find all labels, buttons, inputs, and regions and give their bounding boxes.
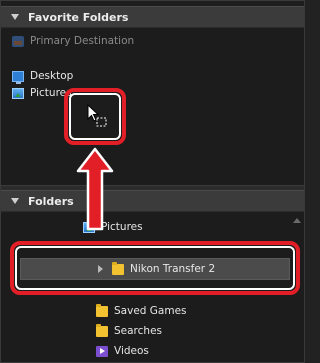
favorite-item-desktop[interactable]: Desktop xyxy=(12,68,73,84)
collapse-caret-icon xyxy=(11,14,19,20)
scroll-up-icon[interactable] xyxy=(293,215,301,223)
tree-item-label: Saved Games xyxy=(114,305,187,317)
folders-header[interactable]: Folders xyxy=(1,190,304,212)
collapse-caret-icon xyxy=(11,198,19,204)
folder-icon xyxy=(96,303,108,317)
folder-icon xyxy=(112,261,124,275)
folder-icon xyxy=(96,323,108,337)
drag-cursor-icon xyxy=(87,104,107,127)
favorite-item-label: Primary Destination xyxy=(30,35,135,47)
tree-item-videos[interactable]: Videos xyxy=(96,343,149,359)
tree-item-nikon-transfer-2[interactable]: Nikon Transfer 2 xyxy=(98,261,215,277)
pictures-icon xyxy=(12,87,24,99)
tree-item-saved-games[interactable]: Saved Games xyxy=(96,303,187,319)
desktop-icon xyxy=(12,70,24,84)
favorite-item-label: Desktop xyxy=(30,70,74,82)
tree-item-label: Videos xyxy=(114,345,149,357)
favorite-item-primary-destination[interactable]: Primary Destination xyxy=(12,33,134,49)
primary-destination-icon xyxy=(12,35,24,47)
favorite-folders-panel: Favorite Folders Primary Destination Des… xyxy=(0,0,305,363)
drag-direction-arrow-icon xyxy=(76,147,114,231)
expand-arrow-icon[interactable] xyxy=(98,265,103,273)
videos-icon xyxy=(96,345,108,357)
favorite-folders-title: Favorite Folders xyxy=(28,10,129,24)
tree-item-searches[interactable]: Searches xyxy=(96,323,162,339)
favorite-folders-list xyxy=(1,29,304,185)
favorite-folders-header[interactable]: Favorite Folders xyxy=(1,6,304,28)
folders-title: Folders xyxy=(28,194,74,208)
tree-item-label: Searches xyxy=(114,325,163,337)
tree-item-label: Nikon Transfer 2 xyxy=(130,263,216,275)
favorite-item-pictures[interactable]: Pictures xyxy=(12,85,72,101)
